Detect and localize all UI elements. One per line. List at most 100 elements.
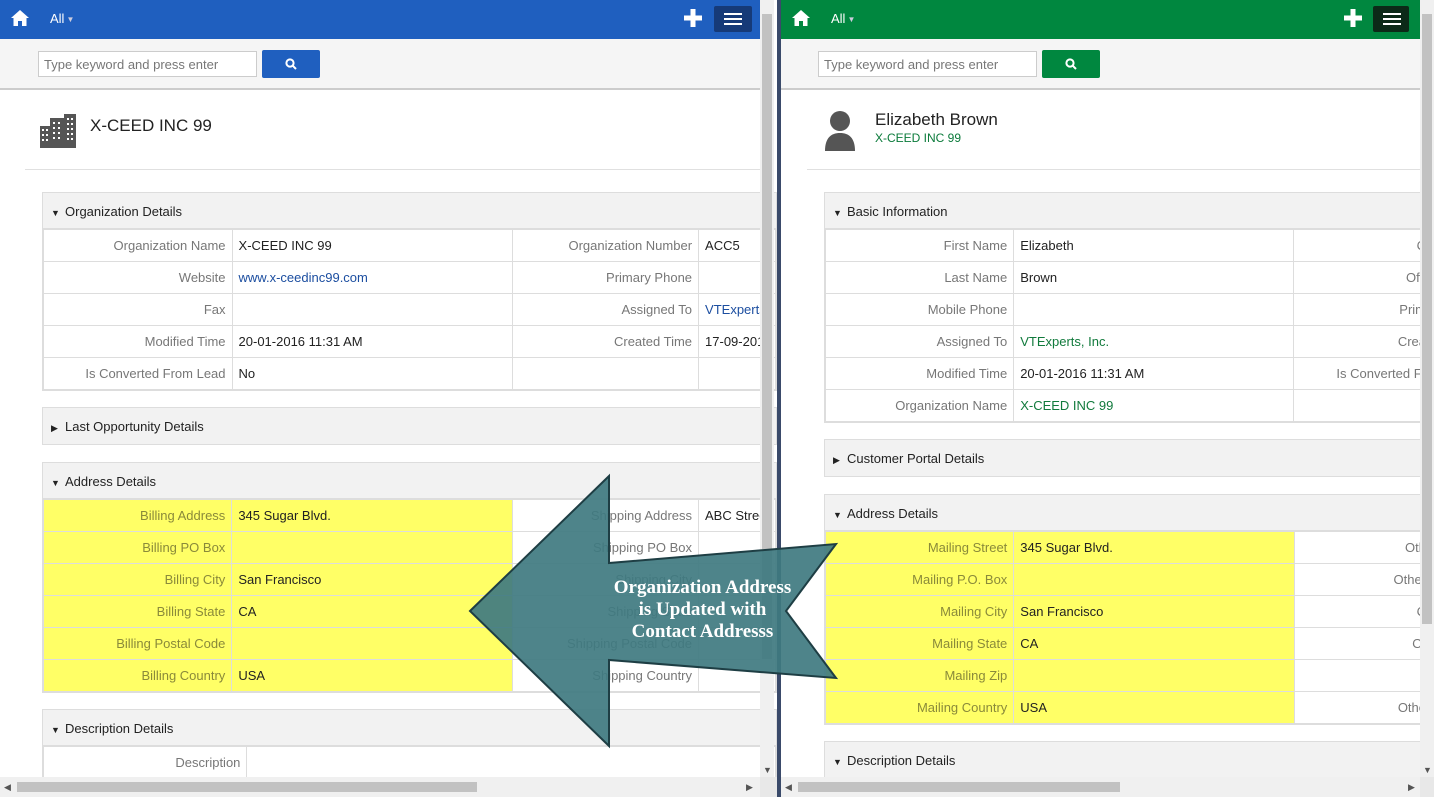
scroll-down-arrow-icon[interactable]: ▼	[1423, 765, 1432, 775]
contact-window: All▼ Elizabeth Brown X-CEED INC 99 ▼Basi…	[781, 0, 1434, 797]
field-label: Billing Postal Code	[42, 627, 233, 660]
scrollbar-thumb[interactable]	[17, 782, 477, 792]
block-header[interactable]: ▼ Organization Details	[43, 193, 776, 229]
field-value[interactable]	[231, 531, 513, 564]
block-header[interactable]: ▶ Customer Portal Details	[825, 440, 1433, 476]
field-value[interactable]: USA	[1013, 691, 1295, 724]
home-icon[interactable]	[10, 9, 30, 27]
field-label: Mailing P.O. Box	[824, 563, 1015, 596]
vertical-scrollbar[interactable]: ▼	[1420, 0, 1434, 777]
home-icon[interactable]	[791, 9, 811, 27]
scrollbar-thumb[interactable]	[798, 782, 1120, 792]
table-row: Billing Country USA Shipping Country	[42, 659, 776, 692]
table-row: Organization Name X-CEED INC 99 Organizati…	[43, 229, 776, 262]
field-value[interactable]	[246, 746, 776, 779]
plus-icon[interactable]	[1343, 8, 1363, 28]
field-label: Billing PO Box	[42, 531, 233, 564]
field-value[interactable]	[1013, 659, 1295, 692]
search-input[interactable]	[818, 51, 1037, 77]
block-title: Description Details	[65, 721, 174, 736]
field-label: Billing Country	[42, 659, 233, 692]
field-label	[1293, 659, 1434, 692]
field-label: Billing City	[42, 563, 233, 596]
field-label: C	[1293, 229, 1433, 262]
field-value[interactable]	[231, 627, 513, 660]
field-value[interactable]	[1013, 293, 1295, 326]
field-value[interactable]	[1013, 563, 1295, 596]
field-label: Last Name	[824, 261, 1015, 294]
block-title: Last Opportunity Details	[65, 419, 204, 434]
search-input[interactable]	[38, 51, 257, 77]
table-row: Website www.x-ceedinc99.com Primary Phone	[43, 261, 776, 294]
record-header: X-CEED INC 99	[25, 90, 760, 170]
all-menu-dropdown[interactable]: All ▼	[50, 11, 74, 26]
hamburger-menu-button[interactable]	[1373, 6, 1409, 32]
scroll-left-arrow-icon[interactable]: ◀	[4, 782, 11, 793]
field-value[interactable]: USA	[231, 659, 513, 692]
field-value[interactable]: X-CEED INC 99	[1013, 389, 1295, 422]
fields-table: Mailing Street 345 Sugar Blvd. Oth Mailing …	[824, 531, 1434, 724]
table-row: Last Name Brown Offi	[824, 261, 1433, 294]
expanded-triangle-icon: ▼	[51, 725, 60, 735]
search-icon	[285, 58, 297, 70]
block-header[interactable]: ▶ Last Opportunity Details	[43, 408, 776, 444]
search-button[interactable]	[262, 50, 320, 78]
horizontal-scrollbar[interactable]: ◀ ▶	[781, 777, 1420, 797]
field-value[interactable]	[231, 293, 513, 326]
table-row: Is Converted From Lead No	[43, 357, 776, 390]
fields-table: First NameElizabethCLast NameBrownOffiMo…	[824, 229, 1433, 422]
field-value[interactable]: No	[231, 357, 513, 390]
last-opportunity-block: ▶ Last Opportunity Details	[42, 407, 777, 445]
field-label: Description	[42, 746, 248, 779]
plus-icon[interactable]	[683, 8, 703, 28]
field-value[interactable]: 20-01-2016 11:31 AM	[231, 325, 513, 358]
block-header[interactable]: ▼ Description Details	[825, 742, 1433, 778]
scroll-right-arrow-icon[interactable]: ▶	[1408, 782, 1415, 793]
scrollbar-thumb[interactable]	[762, 14, 772, 659]
scroll-right-arrow-icon[interactable]: ▶	[746, 782, 753, 793]
field-value[interactable]: CA	[231, 595, 513, 628]
field-value[interactable]: X-CEED INC 99	[231, 229, 513, 262]
search-button[interactable]	[1042, 50, 1100, 78]
field-value[interactable]: 20-01-2016 11:31 AM	[1013, 357, 1295, 390]
block-title: Description Details	[847, 753, 956, 768]
field-value[interactable]: San Francisco	[231, 563, 513, 596]
field-value[interactable]: 345 Sugar Blvd.	[231, 499, 513, 532]
block-header[interactable]: ▼ Address Details	[43, 463, 776, 499]
field-label: Prim	[1293, 293, 1433, 326]
horizontal-scrollbar[interactable]: ◀ ▶	[0, 777, 760, 797]
field-label: Shipping PO Box	[511, 531, 700, 564]
expanded-triangle-icon: ▼	[833, 757, 842, 767]
person-icon	[825, 111, 855, 151]
table-row: Mobile Phone Prim	[824, 293, 1433, 326]
chevron-down-icon: ▼	[66, 15, 75, 25]
chevron-down-icon: ▼	[847, 15, 856, 25]
scroll-left-arrow-icon[interactable]: ◀	[785, 782, 792, 793]
field-value[interactable]: Brown	[1013, 261, 1295, 294]
block-header[interactable]: ▼ Basic Information	[825, 193, 1433, 229]
field-value[interactable]: San Francisco	[1013, 595, 1295, 628]
vertical-scrollbar[interactable]: ▼	[760, 0, 774, 777]
field-label: Mailing Zip	[824, 659, 1015, 692]
collapsed-triangle-icon: ▶	[51, 423, 58, 433]
field-label: C	[1293, 595, 1434, 628]
field-value[interactable]: CA	[1013, 627, 1295, 660]
field-value[interactable]: Elizabeth	[1013, 229, 1295, 262]
organization-window: All▼ X-CEED INC 99 ▼Organization Details	[0, 0, 777, 797]
search-icon	[1065, 58, 1077, 70]
field-label: Offi	[1293, 261, 1433, 294]
field-value[interactable]: VTExperts, Inc.	[1013, 325, 1295, 358]
block-header[interactable]: ▼ Address Details	[825, 495, 1433, 531]
collapsed-triangle-icon: ▶	[833, 455, 840, 465]
related-organization-link[interactable]: X-CEED INC 99	[875, 131, 961, 145]
field-value[interactable]: 345 Sugar Blvd.	[1013, 531, 1295, 564]
all-menu-dropdown[interactable]: All ▼	[831, 11, 855, 26]
hamburger-menu-button[interactable]	[714, 6, 752, 32]
scrollbar-thumb[interactable]	[1422, 14, 1432, 624]
block-header[interactable]: ▼ Description Details	[43, 710, 776, 746]
table-row: Assigned To VTExperts, Inc. Crea	[824, 325, 1433, 358]
field-value[interactable]: www.x-ceedinc99.com	[231, 261, 513, 294]
block-title: Basic Information	[847, 204, 948, 219]
block-title: Address Details	[65, 474, 157, 489]
scroll-down-arrow-icon[interactable]: ▼	[763, 765, 772, 775]
